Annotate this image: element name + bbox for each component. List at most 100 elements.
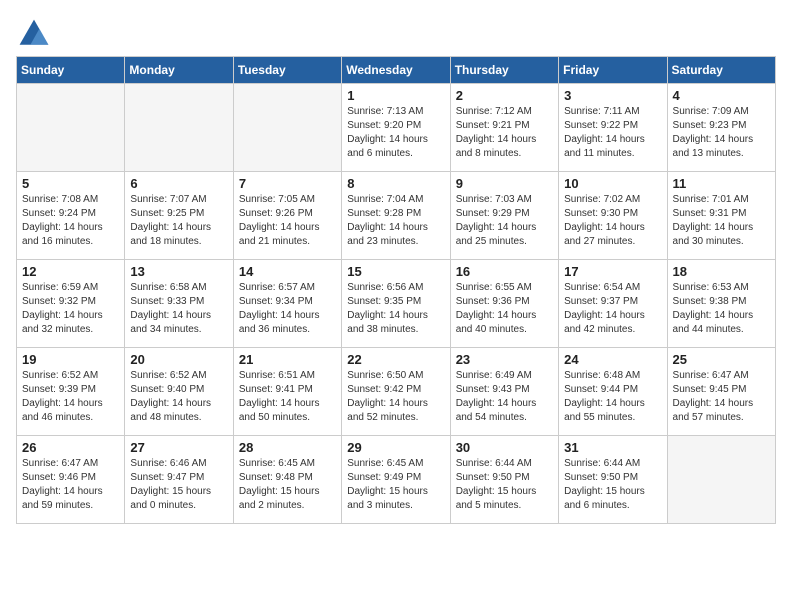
day-info: Sunrise: 6:52 AMSunset: 9:40 PMDaylight:… (130, 369, 227, 425)
day-number: 1 (347, 88, 444, 103)
day-info: Sunrise: 6:59 AMSunset: 9:32 PMDaylight:… (22, 281, 119, 337)
day-number: 31 (564, 440, 661, 455)
calendar-cell: 24 Sunrise: 6:48 AMSunset: 9:44 PMDayligh… (559, 348, 667, 436)
day-info: Sunrise: 7:07 AMSunset: 9:25 PMDaylight:… (130, 193, 227, 249)
day-number: 17 (564, 264, 661, 279)
calendar-week-5: 26 Sunrise: 6:47 AMSunset: 9:46 PMDayligh… (17, 436, 776, 524)
day-info: Sunrise: 7:03 AMSunset: 9:29 PMDaylight:… (456, 193, 553, 249)
day-info: Sunrise: 6:56 AMSunset: 9:35 PMDaylight:… (347, 281, 444, 337)
weekday-header-tuesday: Tuesday (233, 57, 341, 84)
calendar-table: SundayMondayTuesdayWednesdayThursdayFrid… (16, 56, 776, 524)
calendar-week-3: 12Sunrise: 6:59 AMSunset: 9:32 PMDayligh… (17, 260, 776, 348)
weekday-header-friday: Friday (559, 57, 667, 84)
day-number: 5 (22, 176, 119, 191)
calendar-cell: 3 Sunrise: 7:11 AMSunset: 9:22 PMDaylight… (559, 84, 667, 172)
calendar-cell: 17 Sunrise: 6:54 AMSunset: 9:37 PMDayligh… (559, 260, 667, 348)
day-number: 21 (239, 352, 336, 367)
day-number: 3 (564, 88, 661, 103)
logo (16, 16, 56, 52)
day-number: 24 (564, 352, 661, 367)
day-info: Sunrise: 6:51 AMSunset: 9:41 PMDaylight:… (239, 369, 336, 425)
calendar-cell: 7 Sunrise: 7:05 AMSunset: 9:26 PMDaylight… (233, 172, 341, 260)
day-info: Sunrise: 6:44 AMSunset: 9:50 PMDaylight:… (564, 457, 661, 513)
calendar-cell: 8Sunrise: 7:04 AMSunset: 9:28 PMDaylight… (342, 172, 450, 260)
calendar-cell: 13Sunrise: 6:58 AMSunset: 9:33 PMDayligh… (125, 260, 233, 348)
weekday-header-thursday: Thursday (450, 57, 558, 84)
calendar-cell (233, 84, 341, 172)
calendar-cell: 28Sunrise: 6:45 AMSunset: 9:48 PMDayligh… (233, 436, 341, 524)
logo-icon (16, 16, 52, 52)
calendar-cell: 5 Sunrise: 7:08 AMSunset: 9:24 PMDaylight… (17, 172, 125, 260)
day-info: Sunrise: 6:49 AMSunset: 9:43 PMDaylight:… (456, 369, 553, 425)
weekday-header-sunday: Sunday (17, 57, 125, 84)
day-number: 15 (347, 264, 444, 279)
day-number: 27 (130, 440, 227, 455)
day-number: 14 (239, 264, 336, 279)
day-number: 7 (239, 176, 336, 191)
day-info: Sunrise: 6:48 AMSunset: 9:44 PMDaylight:… (564, 369, 661, 425)
day-info: Sunrise: 6:44 AMSunset: 9:50 PMDaylight:… (456, 457, 553, 513)
day-info: Sunrise: 6:55 AMSunset: 9:36 PMDaylight:… (456, 281, 553, 337)
day-info: Sunrise: 7:02 AMSunset: 9:30 PMDaylight:… (564, 193, 661, 249)
calendar-week-1: 1 Sunrise: 7:13 AMSunset: 9:20 PMDaylight… (17, 84, 776, 172)
calendar-cell: 2Sunrise: 7:12 AMSunset: 9:21 PMDaylight… (450, 84, 558, 172)
calendar-cell: 22 Sunrise: 6:50 AMSunset: 9:42 PMDayligh… (342, 348, 450, 436)
day-number: 25 (673, 352, 770, 367)
day-info: Sunrise: 7:11 AMSunset: 9:22 PMDaylight:… (564, 105, 661, 161)
day-number: 6 (130, 176, 227, 191)
day-number: 26 (22, 440, 119, 455)
calendar-cell: 14Sunrise: 6:57 AMSunset: 9:34 PMDayligh… (233, 260, 341, 348)
day-info: Sunrise: 7:12 AMSunset: 9:21 PMDaylight:… (456, 105, 553, 161)
weekday-header-saturday: Saturday (667, 57, 775, 84)
day-number: 30 (456, 440, 553, 455)
day-number: 29 (347, 440, 444, 455)
day-info: Sunrise: 6:46 AMSunset: 9:47 PMDaylight:… (130, 457, 227, 513)
day-number: 19 (22, 352, 119, 367)
calendar-cell (17, 84, 125, 172)
weekday-header-monday: Monday (125, 57, 233, 84)
day-info: Sunrise: 6:45 AMSunset: 9:49 PMDaylight:… (347, 457, 444, 513)
calendar-cell: 19Sunrise: 6:52 AMSunset: 9:39 PMDayligh… (17, 348, 125, 436)
calendar-cell (667, 436, 775, 524)
day-number: 22 (347, 352, 444, 367)
day-number: 10 (564, 176, 661, 191)
calendar-cell: 16Sunrise: 6:55 AMSunset: 9:36 PMDayligh… (450, 260, 558, 348)
day-info: Sunrise: 6:45 AMSunset: 9:48 PMDaylight:… (239, 457, 336, 513)
day-info: Sunrise: 6:54 AMSunset: 9:37 PMDaylight:… (564, 281, 661, 337)
calendar-cell: 15 Sunrise: 6:56 AMSunset: 9:35 PMDayligh… (342, 260, 450, 348)
page-header (16, 16, 776, 52)
calendar-cell: 26 Sunrise: 6:47 AMSunset: 9:46 PMDayligh… (17, 436, 125, 524)
calendar-week-2: 5 Sunrise: 7:08 AMSunset: 9:24 PMDaylight… (17, 172, 776, 260)
calendar-cell: 25 Sunrise: 6:47 AMSunset: 9:45 PMDayligh… (667, 348, 775, 436)
day-info: Sunrise: 6:53 AMSunset: 9:38 PMDaylight:… (673, 281, 770, 337)
day-info: Sunrise: 7:05 AMSunset: 9:26 PMDaylight:… (239, 193, 336, 249)
day-number: 8 (347, 176, 444, 191)
calendar-cell: 12Sunrise: 6:59 AMSunset: 9:32 PMDayligh… (17, 260, 125, 348)
day-info: Sunrise: 7:01 AMSunset: 9:31 PMDaylight:… (673, 193, 770, 249)
calendar-cell: 11Sunrise: 7:01 AMSunset: 9:31 PMDayligh… (667, 172, 775, 260)
day-number: 20 (130, 352, 227, 367)
day-info: Sunrise: 7:08 AMSunset: 9:24 PMDaylight:… (22, 193, 119, 249)
day-number: 4 (673, 88, 770, 103)
day-info: Sunrise: 7:13 AMSunset: 9:20 PMDaylight:… (347, 105, 444, 161)
calendar-cell: 27 Sunrise: 6:46 AMSunset: 9:47 PMDayligh… (125, 436, 233, 524)
calendar-cell: 21 Sunrise: 6:51 AMSunset: 9:41 PMDayligh… (233, 348, 341, 436)
calendar-cell: 20 Sunrise: 6:52 AMSunset: 9:40 PMDayligh… (125, 348, 233, 436)
calendar-cell: 18 Sunrise: 6:53 AMSunset: 9:38 PMDayligh… (667, 260, 775, 348)
day-number: 9 (456, 176, 553, 191)
calendar-cell: 30 Sunrise: 6:44 AMSunset: 9:50 PMDayligh… (450, 436, 558, 524)
calendar-week-4: 19Sunrise: 6:52 AMSunset: 9:39 PMDayligh… (17, 348, 776, 436)
day-info: Sunrise: 6:58 AMSunset: 9:33 PMDaylight:… (130, 281, 227, 337)
day-info: Sunrise: 7:09 AMSunset: 9:23 PMDaylight:… (673, 105, 770, 161)
day-info: Sunrise: 6:47 AMSunset: 9:45 PMDaylight:… (673, 369, 770, 425)
calendar-cell: 29 Sunrise: 6:45 AMSunset: 9:49 PMDayligh… (342, 436, 450, 524)
day-info: Sunrise: 6:50 AMSunset: 9:42 PMDaylight:… (347, 369, 444, 425)
day-info: Sunrise: 6:47 AMSunset: 9:46 PMDaylight:… (22, 457, 119, 513)
day-number: 18 (673, 264, 770, 279)
calendar-cell: 6 Sunrise: 7:07 AMSunset: 9:25 PMDaylight… (125, 172, 233, 260)
calendar-cell: 9 Sunrise: 7:03 AMSunset: 9:29 PMDaylight… (450, 172, 558, 260)
calendar-cell: 31 Sunrise: 6:44 AMSunset: 9:50 PMDayligh… (559, 436, 667, 524)
calendar-cell: 4 Sunrise: 7:09 AMSunset: 9:23 PMDaylight… (667, 84, 775, 172)
day-number: 23 (456, 352, 553, 367)
calendar-cell (125, 84, 233, 172)
